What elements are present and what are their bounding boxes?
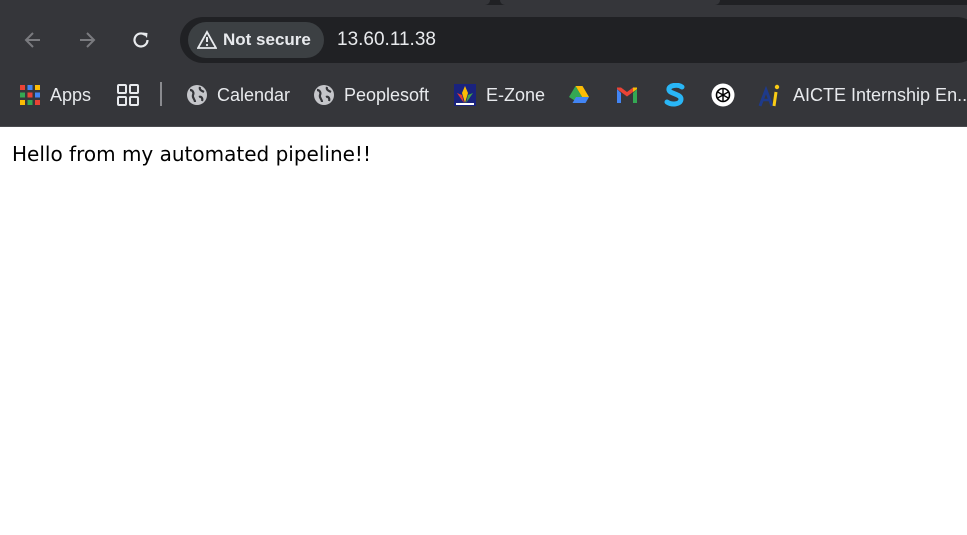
security-chip[interactable]: Not secure <box>188 22 324 58</box>
browser-toolbar: Not secure 13.60.11.38 <box>0 5 967 70</box>
globe-icon <box>314 85 334 105</box>
bookmark-label: Peoplesoft <box>344 84 430 105</box>
s-logo-icon <box>664 83 685 107</box>
reload-button[interactable] <box>126 25 156 55</box>
tab-groups-button[interactable] <box>116 70 140 120</box>
globe-icon <box>187 85 207 105</box>
bookmark-apps[interactable]: Apps <box>19 70 91 120</box>
warning-icon <box>197 30 217 49</box>
bookmark-calendar[interactable]: Calendar <box>186 70 290 120</box>
bookmark-chatgpt[interactable] <box>711 70 735 120</box>
page-message: Hello from my automated pipeline!! <box>12 142 371 166</box>
bookmark-label: Apps <box>50 84 92 105</box>
url-text[interactable]: 13.60.11.38 <box>337 29 436 51</box>
arrow-left-icon <box>24 32 40 48</box>
bookmark-google-drive[interactable] <box>568 70 590 120</box>
bookmark-s[interactable] <box>664 70 686 120</box>
apps-grid-icon <box>20 85 40 105</box>
grid-icon <box>117 84 139 106</box>
reload-icon <box>133 32 149 48</box>
bookmark-label: E-Zone <box>486 84 546 105</box>
chatgpt-icon <box>711 83 735 107</box>
security-label: Not secure <box>223 30 311 49</box>
back-button[interactable] <box>18 25 48 55</box>
bookmark-ezone[interactable]: E-Zone <box>453 70 545 120</box>
bookmark-aicte[interactable]: AICTE Internship En... <box>758 70 967 120</box>
bookmark-peoplesoft[interactable]: Peoplesoft <box>313 70 429 120</box>
bookmark-gmail[interactable] <box>616 70 638 120</box>
bookmarks-bar: Apps Calendar Peoplesoft E-Zone AICTE In… <box>0 70 967 127</box>
ezone-logo-icon <box>454 84 476 106</box>
bookmark-label: AICTE Internship En... <box>793 84 967 105</box>
bookmarks-divider <box>160 82 162 106</box>
forward-button[interactable] <box>72 25 102 55</box>
arrow-right-icon <box>80 32 96 48</box>
aicte-logo-icon <box>758 84 780 107</box>
bookmark-label: Calendar <box>217 84 291 105</box>
gmail-icon <box>617 87 637 103</box>
google-drive-icon <box>569 86 589 103</box>
